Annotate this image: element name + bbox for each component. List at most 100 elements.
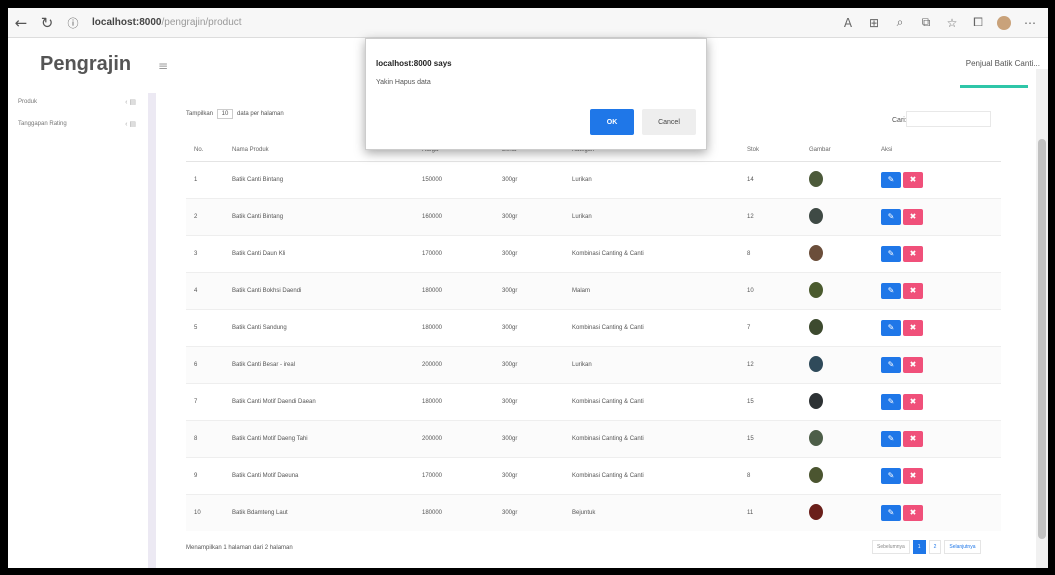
pagination-next[interactable]: Selanjutnya (944, 540, 981, 554)
product-weight: 300gr (494, 197, 564, 235)
sidebar-item-produk[interactable]: Produk ‹ ▤ (8, 91, 148, 113)
ok-button[interactable]: OK (590, 109, 634, 135)
scrollbar-thumb[interactable] (1038, 139, 1046, 539)
length-prefix: Tampilkan (186, 111, 214, 117)
product-image[interactable] (809, 503, 823, 520)
column-header[interactable]: Stok (739, 139, 801, 162)
product-card: Tampilkan 10 data per halaman Cari: No. … (172, 99, 1007, 568)
product-name: Batik Canti Bintang (224, 197, 414, 235)
row-number: 2 (186, 197, 224, 235)
edit-button[interactable]: ✎ (881, 282, 901, 299)
product-weight: 300gr (494, 456, 564, 494)
product-category: Lurikan (564, 345, 739, 383)
product-category: Malam (564, 271, 739, 309)
row-number: 8 (186, 419, 224, 457)
sidebar-item-tanggapan-rating[interactable]: Tanggapan Rating ‹ ▤ (8, 113, 148, 135)
zoom-icon[interactable]: ⌕ (888, 11, 912, 35)
read-aloud-icon[interactable]: A (836, 11, 860, 35)
product-weight: 300gr (494, 271, 564, 309)
action-cell: ✎ ✖ (873, 493, 1001, 531)
edit-button[interactable]: ✎ (881, 356, 901, 373)
product-name: Batik Canti Motif Daendi Daean (224, 382, 414, 420)
row-number: 4 (186, 271, 224, 309)
column-header[interactable]: Gambar (801, 139, 873, 162)
pagination-page[interactable]: 1 (912, 540, 926, 554)
product-weight: 300gr (494, 160, 564, 198)
table-row: 1 Batik Canti Bintang 150000 300gr Lurikan 14… (186, 160, 1001, 198)
product-image[interactable] (809, 207, 823, 224)
delete-button[interactable]: ✖ (903, 282, 923, 299)
trash-icon: ✖ (909, 471, 917, 480)
edit-button[interactable]: ✎ (881, 504, 901, 521)
sidebar-item-label: Produk (18, 99, 38, 105)
browser-toolbar: ← ↻ ⓘ localhost:8000/pengrajin/product A… (8, 8, 1048, 38)
delete-button[interactable]: ✖ (903, 245, 923, 262)
edit-button[interactable]: ✎ (881, 171, 901, 188)
row-number: 1 (186, 160, 224, 198)
trash-icon: ✖ (909, 212, 917, 221)
edit-button[interactable]: ✎ (881, 319, 901, 336)
product-image-cell (801, 493, 873, 531)
product-weight: 300gr (494, 419, 564, 457)
product-image[interactable] (809, 466, 823, 483)
url-path: /pengrajin/product (161, 17, 242, 28)
cancel-button[interactable]: Cancel (642, 109, 696, 135)
action-cell: ✎ ✖ (873, 271, 1001, 309)
product-category: Kombinasi Canting & Canti (564, 308, 739, 346)
search-input[interactable] (906, 111, 991, 127)
product-price: 160000 (414, 197, 494, 235)
product-image[interactable] (809, 318, 823, 335)
extension-icon[interactable]: ⧉ (914, 11, 938, 35)
edit-button[interactable]: ✎ (881, 430, 901, 447)
address-bar[interactable]: localhost:8000/pengrajin/product (92, 17, 836, 28)
column-header[interactable]: No. (186, 139, 224, 162)
info-icon[interactable]: ⓘ (60, 8, 86, 38)
product-image-cell (801, 197, 873, 235)
delete-button[interactable]: ✖ (903, 319, 923, 336)
delete-button[interactable]: ✖ (903, 393, 923, 410)
back-icon[interactable]: ← (8, 8, 34, 38)
product-image[interactable] (809, 281, 823, 298)
product-price: 170000 (414, 234, 494, 272)
product-image-cell (801, 308, 873, 346)
page-scrollbar[interactable] (1036, 69, 1048, 568)
column-header[interactable]: Aksi (873, 139, 1001, 162)
product-name: Batik Canti Bintang (224, 160, 414, 198)
product-image[interactable] (809, 170, 823, 187)
product-price: 150000 (414, 160, 494, 198)
pagination-prev[interactable]: Sebelumnya (872, 540, 910, 554)
delete-button[interactable]: ✖ (903, 430, 923, 447)
length-select[interactable]: 10 (217, 109, 234, 119)
profile-icon[interactable] (992, 11, 1016, 35)
edit-button[interactable]: ✎ (881, 467, 901, 484)
product-image[interactable] (809, 244, 823, 261)
delete-button[interactable]: ✖ (903, 208, 923, 225)
edit-icon: ✎ (887, 360, 895, 369)
collections-icon[interactable]: ⧠ (966, 11, 990, 35)
edit-icon: ✎ (887, 508, 895, 518)
action-cell: ✎ ✖ (873, 382, 1001, 420)
dialog-message: Yakin Hapus data (376, 79, 431, 86)
translate-icon[interactable]: ⊞ (862, 11, 886, 35)
edit-icon: ✎ (887, 397, 895, 406)
product-stock: 15 (739, 382, 801, 420)
delete-button[interactable]: ✖ (903, 171, 923, 188)
delete-button[interactable]: ✖ (903, 504, 923, 521)
edit-button[interactable]: ✎ (881, 245, 901, 262)
product-image[interactable] (809, 355, 823, 372)
user-menu[interactable]: Penjual Batik Canti... (966, 59, 1040, 68)
product-image[interactable] (809, 392, 823, 409)
edit-button[interactable]: ✎ (881, 208, 901, 225)
favorite-icon[interactable]: ☆ (940, 11, 964, 35)
more-icon[interactable]: ⋯ (1018, 11, 1042, 35)
delete-button[interactable]: ✖ (903, 467, 923, 484)
product-image[interactable] (809, 429, 823, 446)
table-row: 10 Batik Bdamteng Laut 180000 300gr Bejuntuk… (186, 493, 1001, 531)
edit-button[interactable]: ✎ (881, 393, 901, 410)
menu-toggle-icon[interactable]: ≡ (158, 59, 168, 73)
dialog-title: localhost:8000 says (376, 59, 452, 68)
refresh-icon[interactable]: ↻ (34, 8, 60, 38)
delete-button[interactable]: ✖ (903, 356, 923, 373)
brand-title[interactable]: Pengrajin (40, 53, 131, 76)
pagination-page[interactable]: 2 (928, 540, 942, 554)
